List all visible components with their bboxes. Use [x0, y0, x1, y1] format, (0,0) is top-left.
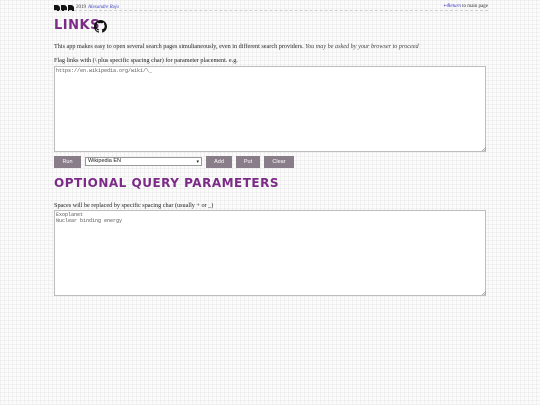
params-resize-handle[interactable] — [482, 291, 486, 295]
flag-instructions: Flag links with (\ plus specific spacing… — [54, 57, 238, 64]
query-params-heading: OPTIONAL QUERY PARAMETERS — [54, 176, 280, 190]
put-button[interactable]: Put — [236, 156, 260, 168]
header-divider — [54, 10, 488, 11]
spacing-hint: Spaces will be replaced by specific spac… — [54, 202, 214, 209]
intro-note: You may be asked by your browser to proc… — [305, 43, 419, 50]
params-textarea[interactable]: Exoplanet Nuclear binding energy — [54, 210, 486, 296]
intro-main: This app makes easy to open several sear… — [54, 43, 304, 50]
urls-resize-handle[interactable] — [482, 147, 486, 151]
add-button[interactable]: Add — [206, 156, 232, 168]
provider-select[interactable]: Wikipedia EN ▾ — [85, 157, 202, 166]
return-suffix: to main page — [460, 4, 488, 9]
urls-textarea[interactable]: https://en.wikipedia.org/wiki/\_ — [54, 66, 486, 152]
chevron-down-icon: ▾ — [196, 159, 199, 165]
clear-button[interactable]: Clear — [264, 156, 294, 168]
provider-select-value: Wikipedia EN — [88, 158, 122, 164]
github-icon[interactable] — [94, 20, 107, 33]
return-link[interactable]: ↩Return — [443, 4, 461, 9]
run-button[interactable]: Run — [54, 156, 81, 168]
intro-text: This app makes easy to open several sear… — [54, 43, 419, 51]
